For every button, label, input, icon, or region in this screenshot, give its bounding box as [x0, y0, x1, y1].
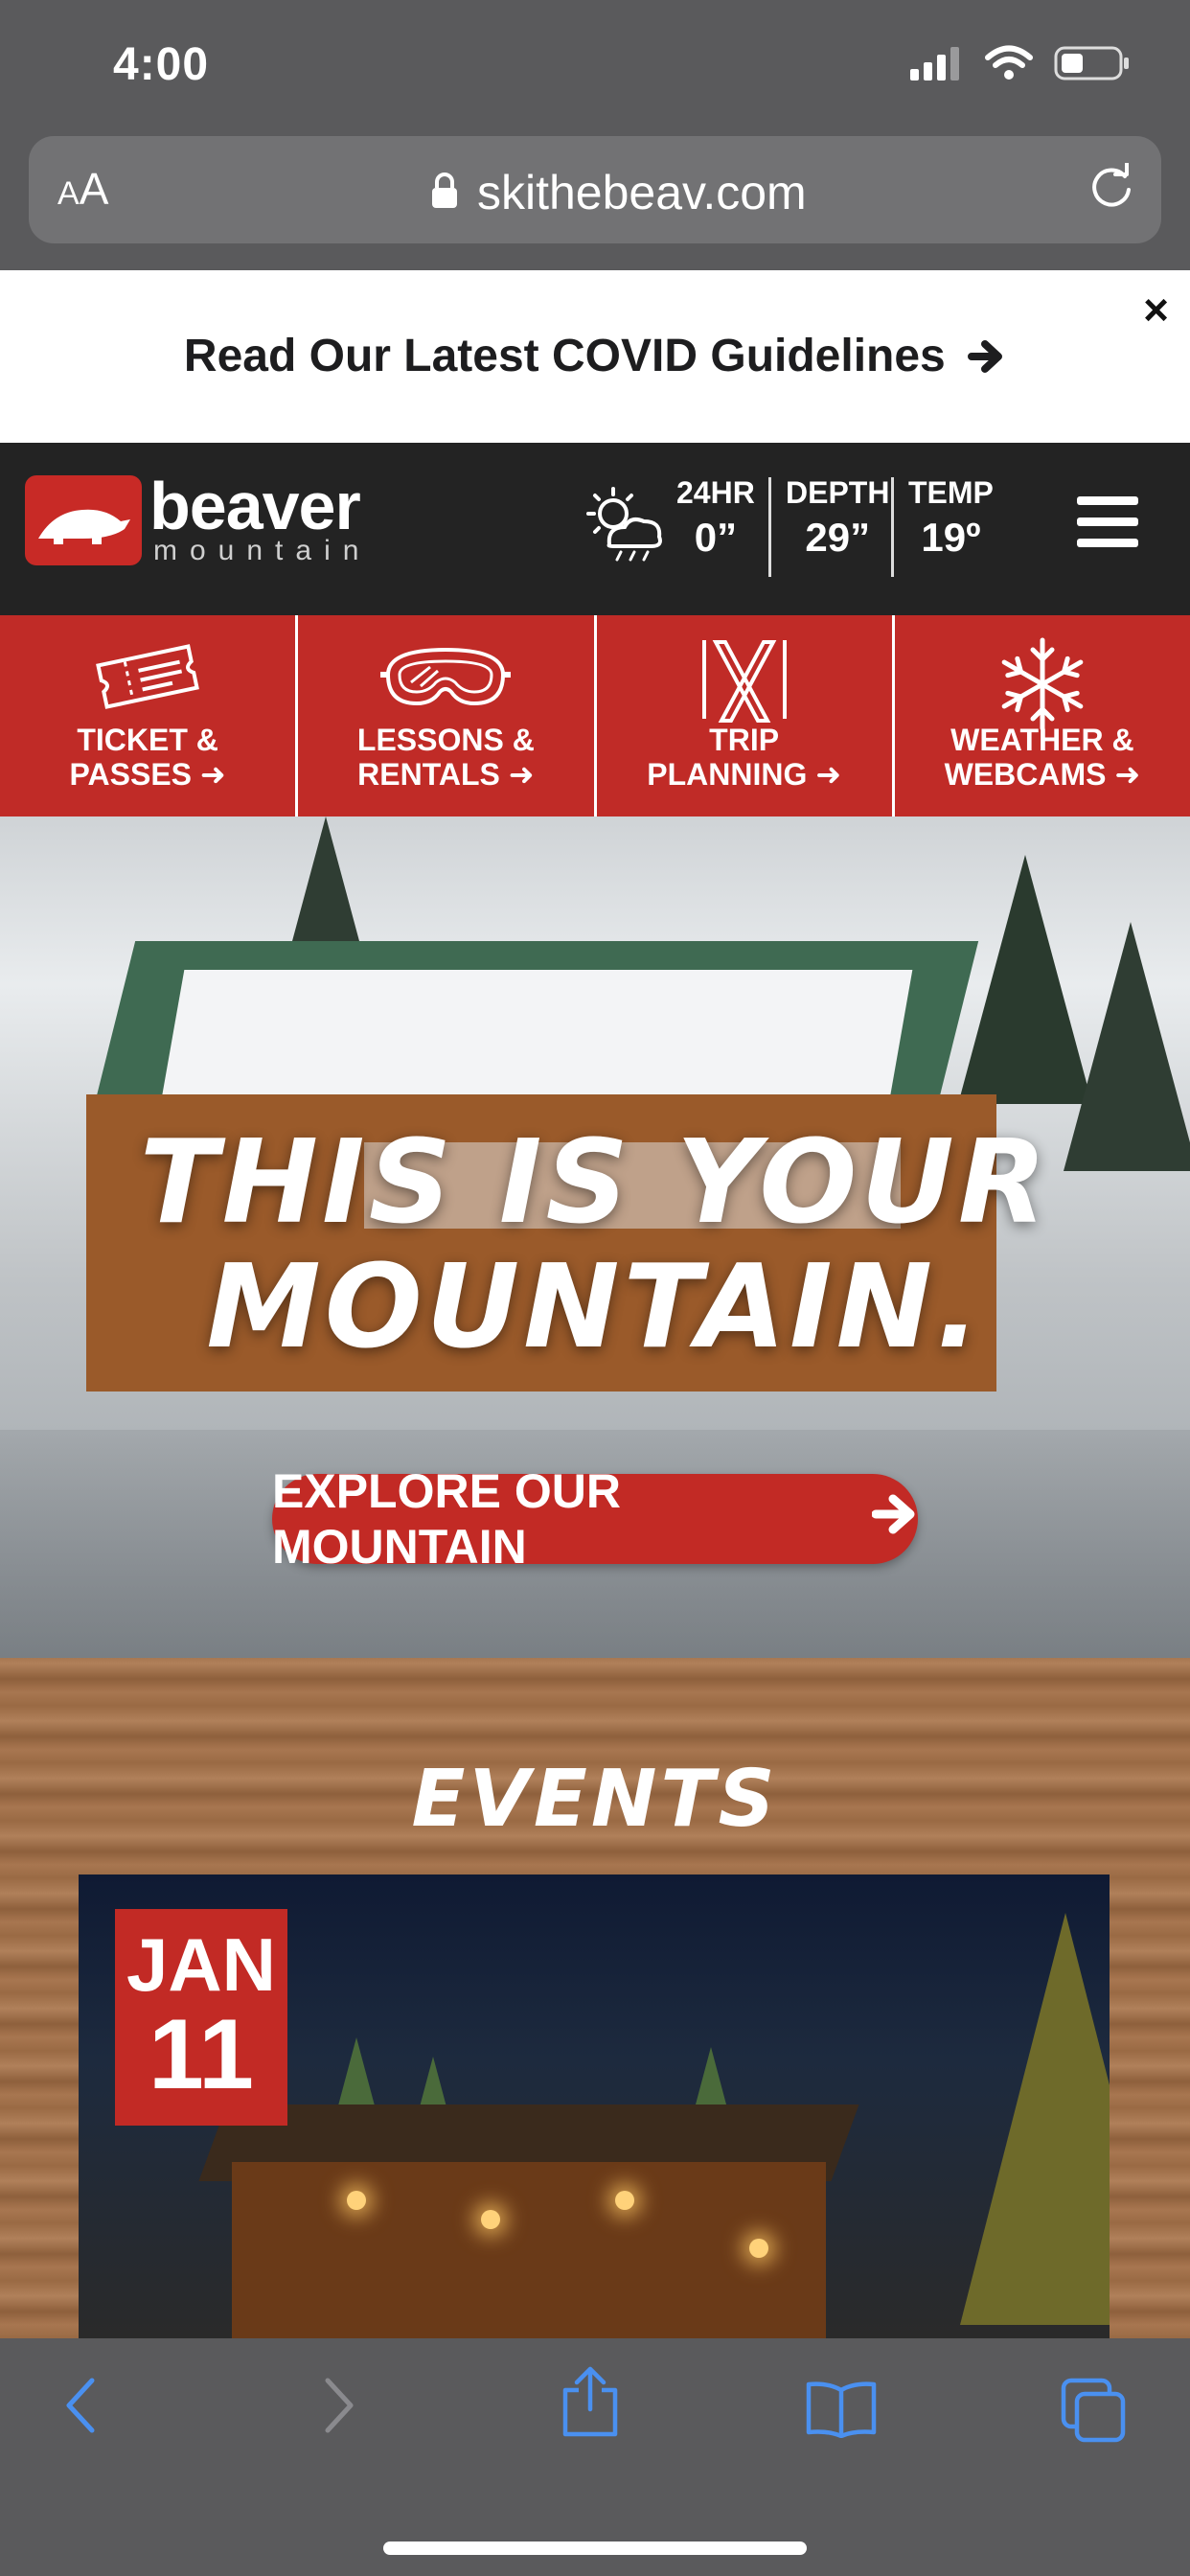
events-section: EVENTS JAN 11 [0, 1658, 1190, 2338]
nav-label: PASSES [69, 757, 192, 792]
stat-divider [768, 477, 771, 577]
light-decoration [749, 2239, 768, 2258]
snow-depth-stat: DEPTH 29” [786, 475, 889, 561]
status-icons [910, 44, 1131, 87]
nav-label: RENTALS [357, 757, 500, 792]
browser-top-bar: 4:00 AA skithebeav.com [0, 0, 1190, 270]
events-title: EVENTS [411, 1754, 779, 1845]
arrow-right-icon: ➜ [508, 757, 535, 792]
tree-decoration [960, 1913, 1110, 2325]
goggles-icon [298, 636, 593, 717]
address-bar[interactable]: AA skithebeav.com [29, 136, 1161, 243]
snowflake-icon [895, 636, 1190, 732]
event-month: JAN [126, 1922, 277, 2007]
arrow-right-icon [871, 1491, 918, 1547]
text-size-button[interactable]: AA [57, 163, 108, 215]
nav-tickets-passes[interactable]: TICKET & PASSES ➜ [0, 615, 299, 816]
arrow-right-icon [958, 331, 1006, 381]
covid-link-label: Read Our Latest COVID Guidelines [183, 331, 946, 381]
hero-title-line: THIS IS YOUR [139, 1116, 1051, 1250]
arrow-right-icon: ➜ [199, 757, 226, 792]
nav-label: LESSONS & [356, 723, 535, 757]
covid-link[interactable]: Read Our Latest COVID Guidelines [0, 330, 1190, 382]
nav-label: WEATHER & [950, 723, 1134, 757]
share-icon[interactable] [560, 2365, 621, 2443]
hero-title-line: MOUNTAIN. [206, 1241, 984, 1374]
event-card[interactable]: JAN 11 [79, 1874, 1110, 2338]
menu-icon[interactable] [1077, 496, 1138, 560]
button-label: EXPLORE OUR MOUNTAIN [272, 1464, 621, 1574]
explore-mountain-button[interactable]: EXPLORE OUR MOUNTAIN [272, 1464, 918, 1574]
light-decoration [347, 2191, 366, 2210]
nav-lessons-rentals[interactable]: LESSONS & RENTALS ➜ [298, 615, 597, 816]
forward-icon[interactable] [320, 2375, 358, 2441]
nav-label: TICKET & [77, 723, 218, 757]
home-indicator[interactable] [383, 2542, 807, 2555]
back-icon[interactable] [61, 2375, 100, 2441]
nav-weather-webcams[interactable]: WEATHER & WEBCAMS ➜ [895, 615, 1190, 816]
lodge-snow-roof [160, 970, 913, 1104]
stat-value: 29” [805, 515, 871, 560]
nav-label: WEBCAMS [944, 757, 1107, 792]
status-time: 4:00 [113, 39, 210, 90]
stat-label: DEPTH [786, 475, 890, 510]
beaver-logo-icon[interactable] [25, 475, 142, 565]
stat-divider [891, 477, 894, 577]
lock-icon [431, 172, 458, 214]
wifi-icon [985, 45, 1033, 86]
hero-banner: THIS IS YOUR MOUNTAIN. EXPLORE OUR MOUNT… [0, 816, 1190, 1658]
event-day: 11 [149, 1999, 254, 2110]
reload-icon[interactable] [1087, 161, 1136, 218]
site-header: beaver mountain 24HR 0” DEPTH 29” TEMP 1… [0, 443, 1190, 615]
nav-label: TRIP [709, 723, 780, 757]
page: 4:00 AA skithebeav.com Read Our Latest C… [0, 0, 1190, 2576]
covid-banner[interactable]: Read Our Latest COVID Guidelines × [0, 270, 1190, 443]
hero-title: THIS IS YOUR MOUNTAIN. [0, 1121, 1190, 1370]
close-banner-button[interactable]: × [1143, 284, 1169, 335]
light-decoration [481, 2210, 500, 2229]
battery-icon [1054, 44, 1131, 87]
stat-value: 19º [921, 515, 981, 560]
lodge-building [232, 2162, 826, 2338]
ticket-icon [0, 636, 295, 717]
logo-subtitle: mountain [153, 535, 372, 566]
arrow-right-icon: ➜ [815, 757, 842, 792]
stat-value: 0” [694, 515, 738, 560]
bookmarks-icon[interactable] [805, 2380, 878, 2443]
nav-trip-planning[interactable]: TRIP PLANNING ➜ [597, 615, 895, 816]
skis-icon [597, 636, 892, 723]
nav-label: PLANNING [647, 757, 808, 792]
light-decoration [615, 2191, 634, 2210]
arrow-right-icon: ➜ [1114, 757, 1141, 792]
quick-nav: TICKET & PASSES ➜ LESSONS & RENTALS ➜ TR… [0, 615, 1190, 816]
stat-label: 24HR [676, 475, 755, 510]
partly-cloudy-icon [581, 485, 667, 566]
event-date-badge: JAN 11 [115, 1909, 287, 2126]
tabs-icon[interactable] [1060, 2377, 1127, 2449]
stat-label: TEMP [908, 475, 994, 510]
browser-toolbar [0, 2338, 1190, 2576]
url-text: skithebeav.com [477, 166, 807, 219]
signal-icon [910, 46, 964, 85]
logo-wordmark[interactable]: beaver [149, 468, 361, 544]
snow-24hr-stat: 24HR 0” [676, 475, 755, 561]
temperature-stat: TEMP 19º [908, 475, 994, 561]
